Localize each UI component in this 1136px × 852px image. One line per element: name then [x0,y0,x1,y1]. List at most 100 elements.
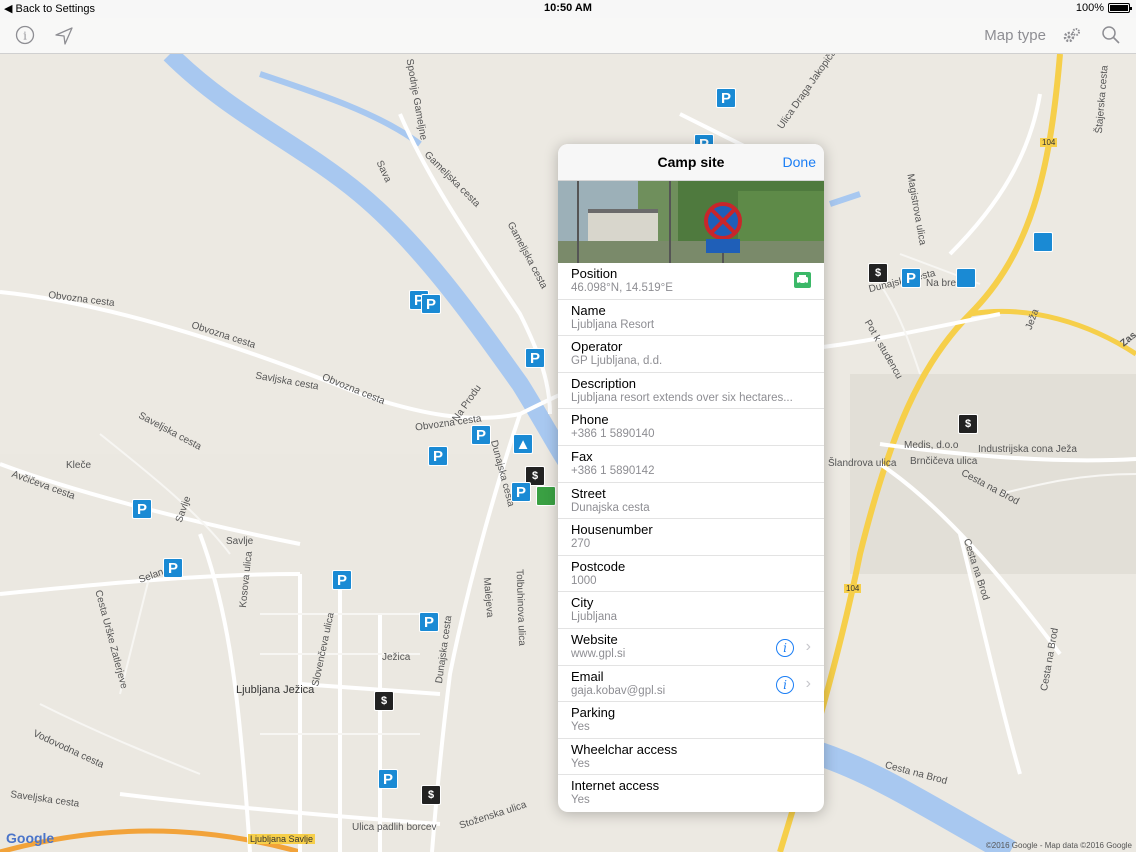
done-button[interactable]: Done [783,154,816,170]
status-bar: ◀ Back to Settings 10:50 AM 100% [0,0,1136,18]
row-street: Street Dunajska cesta [558,483,824,520]
row-value: Yes [571,721,590,734]
row-label: Email [571,668,604,684]
google-logo: Google [6,830,55,846]
row-label: Parking [571,705,616,721]
map-label-brnciceva: Brnčičeva ulica [910,456,978,467]
row-city: City Ljubljana [558,592,824,629]
battery-icon [1108,3,1132,13]
row-label: Name [571,302,606,318]
row-value: 46.098°N, 14.519°E [571,282,673,294]
row-value: +386 1 5890140 [571,428,655,441]
row-label: Position [571,266,618,281]
atm-pin[interactable]: $ [374,691,394,711]
search-icon[interactable] [1101,25,1123,47]
location-arrow-icon[interactable] [53,25,75,47]
row-operator: Operator GP Ljubljana, d.d. [558,336,824,373]
map-label-ljubljana-jezica: Ljubljana Ježica [236,684,315,696]
row-value: GP Ljubljana, d.d. [571,355,663,368]
row-parking: Parking Yes [558,702,824,739]
chevron-right-icon: › [805,637,811,655]
toolbar: i Map type [0,18,1136,54]
parking-pin[interactable]: P [716,88,736,108]
row-value: Dunajska cesta [571,501,650,514]
row-label: City [571,595,594,611]
map-label-jezica: Ježica [382,652,411,663]
row-value: Ljubljana [571,611,618,624]
row-value: +386 1 5890142 [571,464,655,477]
parking-pin[interactable]: P [332,570,352,590]
camp-site-photo [558,181,824,263]
parking-pin[interactable]: P [428,446,448,466]
parking-pin[interactable]: P [163,558,183,578]
row-internet-access: Internet access Yes [558,775,824,812]
map-label-road-104-a: 104 [1040,138,1058,147]
atm-pin[interactable]: $ [958,414,978,434]
row-value: Ljubljana resort extends over six hectar… [571,391,793,404]
row-label: Operator [571,339,623,355]
row-label: Postcode [571,558,626,574]
info-icon[interactable]: i [776,638,794,657]
row-position: Position 46.098°N, 14.519°E [558,263,824,300]
svg-text:i: i [23,30,27,43]
map-copyright: ©2016 Google - Map data ©2016 Google [985,841,1132,850]
parking-pin[interactable]: P [525,348,545,368]
row-label: Website [571,631,618,647]
detail-list: Position 46.098°N, 14.519°E Name Ljublja… [558,263,824,812]
parking-pin[interactable]: P [378,769,398,789]
parking-pin[interactable]: P [901,268,921,288]
row-name: Name Ljubljana Resort [558,300,824,337]
parking-pin[interactable]: P [419,612,439,632]
parking-pin[interactable]: P [511,482,531,502]
map-type-button[interactable]: Map type [984,27,1046,44]
map-label-ljubljana-savlje: Ljubljana Savlje [248,834,316,844]
camp-site-popover: Camp site Done Position 46.098°N, 14.519… [558,144,824,812]
row-value: 1000 [571,574,597,587]
row-label: Fax [571,448,593,464]
battery-indicator: 100% [1075,2,1132,14]
popover-header: Camp site Done [558,144,824,181]
atm-pin[interactable]: $ [868,263,888,283]
row-label: Description [571,375,637,391]
camp-site-pin[interactable]: ▲ [513,434,533,454]
info-icon[interactable]: i [776,675,794,694]
map-label-slandrova: Šlandrova ulica [828,458,897,469]
row-housenumber: Housenumber 270 [558,519,824,556]
row-label: Wheelchar access [571,741,678,757]
info-icon[interactable]: i [15,25,37,47]
parking-pin[interactable]: P [132,499,152,519]
map-label-savlje-2: Savlje [226,536,254,547]
gear-icon[interactable] [1061,25,1083,47]
row-wheelchair-access: Wheelchar access Yes [558,739,824,776]
parking-pin[interactable]: P [421,294,441,314]
row-email[interactable]: Email gaja.kobav@gpl.si i › [558,666,824,703]
row-value: Yes [571,794,590,807]
map-label-medis: Medis, d.o.o [904,440,959,451]
atm-pin[interactable]: $ [421,785,441,805]
row-phone[interactable]: Phone +386 1 5890140 [558,409,824,446]
map-label-road-104-b: 104 [844,584,862,593]
row-label: Street [571,485,606,501]
parking-pin[interactable]: P [471,425,491,445]
row-value: gaja.kobav@gpl.si [571,684,666,697]
car-icon[interactable] [794,272,811,288]
row-postcode: Postcode 1000 [558,556,824,593]
row-value: www.gpl.si [571,647,626,660]
row-description[interactable]: Description Ljubljana resort extends ove… [558,373,824,410]
row-fax: Fax +386 1 5890142 [558,446,824,483]
chevron-right-icon: › [805,674,811,692]
swimming-pin[interactable] [536,486,556,506]
map-label-industrijska-cona: Industrijska cona Ježa [978,444,1077,455]
fuel-station-pin[interactable] [956,268,976,288]
map-label-klece: Kleče [66,460,92,471]
row-label: Housenumber [571,522,653,538]
row-website[interactable]: Website www.gpl.si i › [558,629,824,666]
status-time: 10:50 AM [544,2,592,14]
row-value: Yes [571,757,590,770]
row-value: Ljubljana Resort [571,318,655,331]
fuel-station-pin[interactable] [1033,232,1053,252]
row-value: 270 [571,538,591,551]
map-label-ulica-padlih-borcev: Ulica padlih borcev [352,822,437,833]
battery-percent: 100% [1075,2,1104,14]
row-label: Phone [571,412,609,428]
